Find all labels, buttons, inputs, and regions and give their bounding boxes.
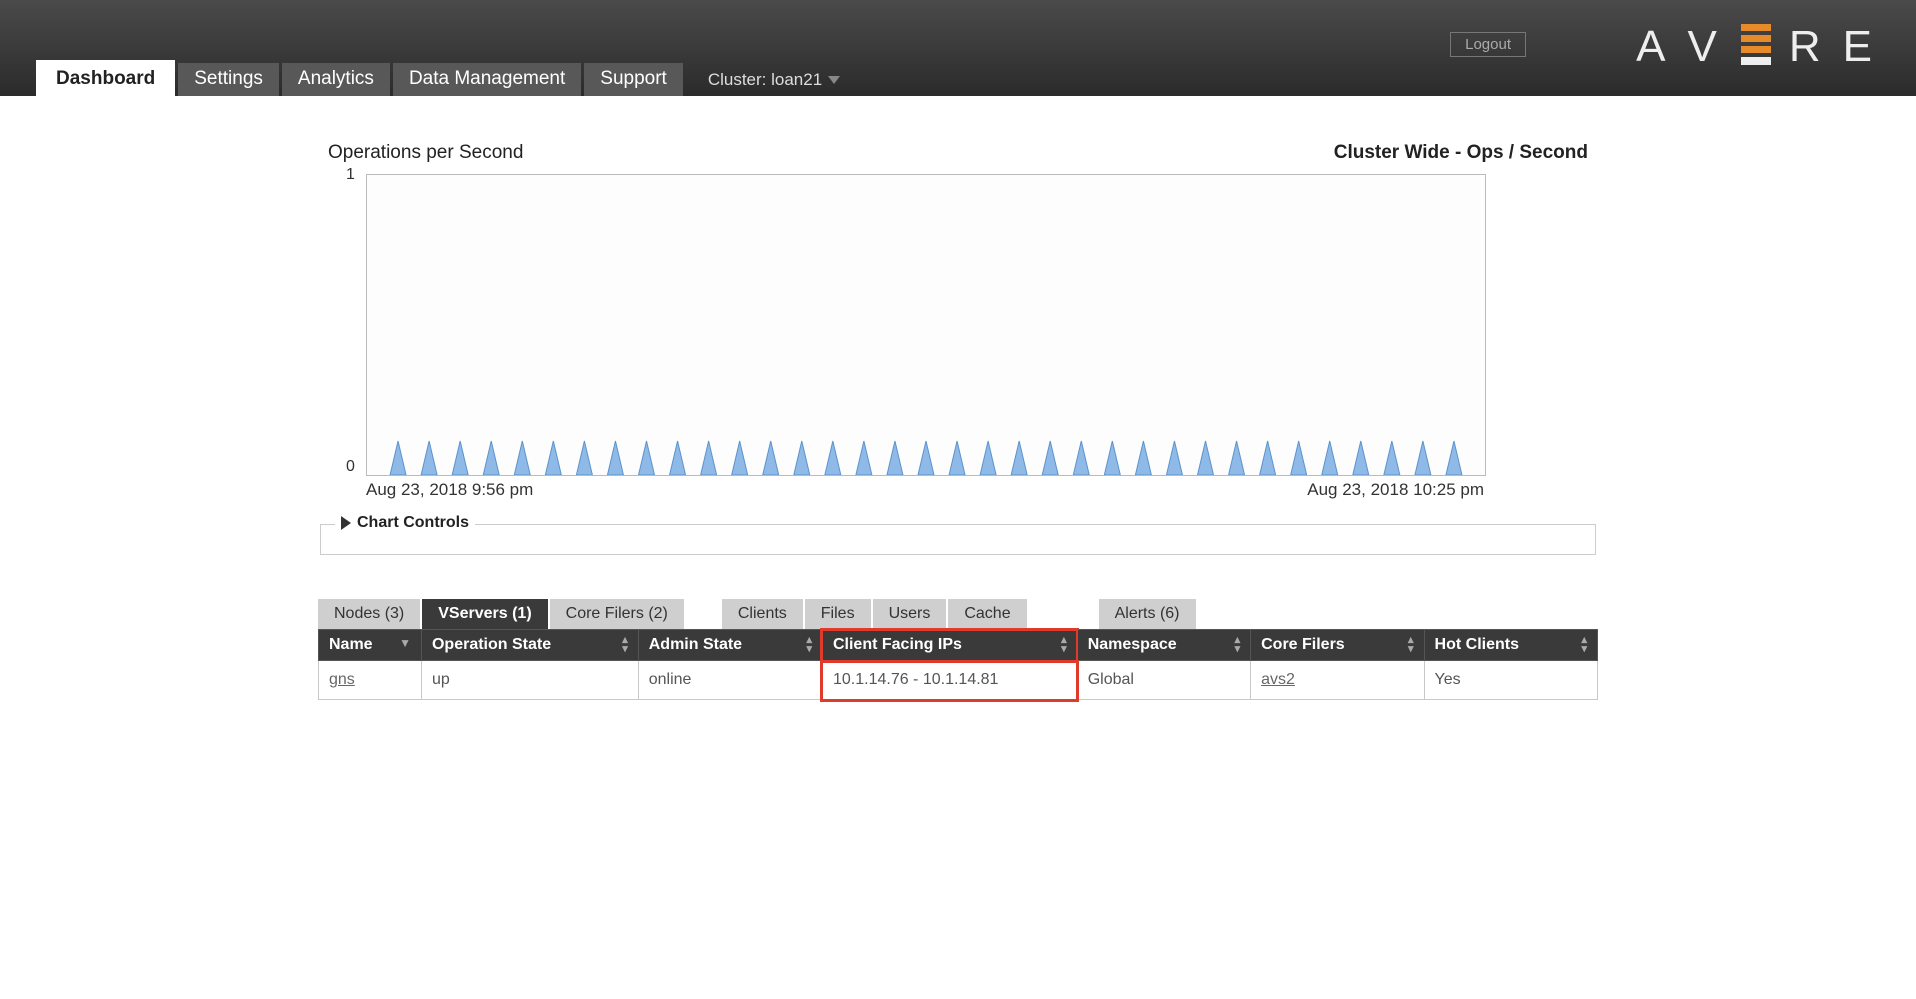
tab-data-management[interactable]: Data Management (393, 63, 581, 96)
sort-icon (1061, 636, 1067, 654)
sub-tabs: Nodes (3) VServers (1) Core Filers (2) C… (318, 599, 1598, 629)
subtab-files[interactable]: Files (805, 599, 873, 629)
col-name-label: Name (329, 636, 373, 653)
cluster-label-text: Cluster: loan21 (708, 70, 822, 90)
chart-title-left: Operations per Second (328, 142, 523, 164)
cell-op-state: up (421, 661, 638, 700)
sort-icon (1581, 636, 1587, 654)
logo-letter-e (1741, 24, 1771, 70)
chart-area: 1 0 Aug 23, 2018 9:56 pm Aug 23, 2018 10… (366, 174, 1598, 500)
tab-analytics[interactable]: Analytics (282, 63, 390, 96)
col-op-label: Operation State (432, 636, 551, 653)
subtab-cache[interactable]: Cache (948, 599, 1028, 629)
cluster-selector[interactable]: Cluster: loan21 (686, 70, 840, 96)
chart-title-right: Cluster Wide - Ops / Second (1334, 142, 1588, 164)
tab-dashboard[interactable]: Dashboard (36, 60, 175, 96)
cell-namespace: Global (1077, 661, 1250, 700)
chart-controls-label: Chart Controls (357, 514, 469, 532)
subtab-users[interactable]: Users (873, 599, 949, 629)
col-op-state[interactable]: Operation State (421, 630, 638, 661)
main-nav: Dashboard Settings Analytics Data Manage… (36, 60, 840, 96)
logo-letter-e2: E (1843, 22, 1878, 72)
avere-logo: A V R E (1636, 18, 1878, 76)
col-hot-clients[interactable]: Hot Clients (1424, 630, 1597, 661)
logo-letter-r: R (1789, 22, 1827, 72)
subtab-clients[interactable]: Clients (722, 599, 805, 629)
cell-hot-clients: Yes (1424, 661, 1597, 700)
col-hot-label: Hot Clients (1435, 636, 1519, 653)
sort-desc-icon: ▼ (399, 636, 411, 650)
subtab-vservers[interactable]: VServers (1) (422, 599, 549, 629)
col-cf-label: Core Filers (1261, 636, 1345, 653)
chevron-down-icon (828, 76, 840, 84)
table-row: gns up online 10.1.14.76 - 10.1.14.81 Gl… (319, 661, 1598, 700)
sort-icon (1408, 636, 1414, 654)
ytick-1: 1 (346, 166, 355, 184)
logo-letter-v: V (1688, 22, 1723, 72)
subtab-alerts[interactable]: Alerts (6) (1099, 599, 1198, 629)
col-admin-label: Admin State (649, 636, 742, 653)
vserver-name-link[interactable]: gns (329, 671, 355, 688)
chart-plot[interactable] (366, 174, 1486, 476)
logo-letter-a: A (1636, 22, 1671, 72)
col-name[interactable]: Name ▼ (319, 630, 422, 661)
cell-client-ips: 10.1.14.76 - 10.1.14.81 (822, 661, 1077, 700)
table-header-row: Name ▼ Operation State Admin State Client… (319, 630, 1598, 661)
chart-spikes (367, 435, 1485, 475)
triangle-right-icon (341, 516, 351, 530)
sort-icon (806, 636, 812, 654)
x-start-label: Aug 23, 2018 9:56 pm (366, 480, 533, 500)
chart-controls-toggle[interactable]: Chart Controls (335, 514, 475, 532)
tab-settings[interactable]: Settings (178, 63, 279, 96)
chart-header: Operations per Second Cluster Wide - Ops… (318, 142, 1598, 174)
col-core-filers[interactable]: Core Filers (1251, 630, 1424, 661)
cell-admin-state: online (638, 661, 822, 700)
core-filer-link[interactable]: avs2 (1261, 671, 1295, 688)
col-admin-state[interactable]: Admin State (638, 630, 822, 661)
col-ns-label: Namespace (1088, 636, 1177, 653)
content: Operations per Second Cluster Wide - Ops… (318, 96, 1598, 700)
sort-icon (622, 636, 628, 654)
subtab-nodes[interactable]: Nodes (3) (318, 599, 422, 629)
col-namespace[interactable]: Namespace (1077, 630, 1250, 661)
x-axis-labels: Aug 23, 2018 9:56 pm Aug 23, 2018 10:25 … (366, 480, 1484, 500)
chart-controls[interactable]: Chart Controls (320, 524, 1596, 555)
subtab-corefilers[interactable]: Core Filers (2) (550, 599, 686, 629)
col-client-ips[interactable]: Client Facing IPs (822, 630, 1077, 661)
tab-support[interactable]: Support (584, 63, 683, 96)
col-ip-label: Client Facing IPs (833, 636, 962, 653)
vservers-table: Name ▼ Operation State Admin State Client… (318, 629, 1598, 700)
sort-icon (1235, 636, 1241, 654)
x-end-label: Aug 23, 2018 10:25 pm (1307, 480, 1484, 500)
ytick-0: 0 (346, 458, 355, 476)
top-bar: Logout A V R E Dashboard Settings Analyt… (0, 0, 1916, 96)
logout-button[interactable]: Logout (1450, 32, 1526, 57)
